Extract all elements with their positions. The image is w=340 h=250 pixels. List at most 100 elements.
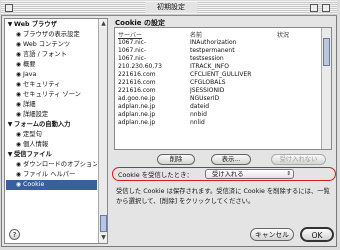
cell-name: testsession xyxy=(190,55,224,62)
sidebar-item[interactable]: ▼ フォームの自動入力 xyxy=(6,120,97,130)
collapse-box[interactable] xyxy=(322,4,330,12)
sidebar-item[interactable]: ◉ セキュリティ xyxy=(6,80,97,90)
close-box[interactable] xyxy=(5,4,13,12)
sidebar-item-label: セキュリティ xyxy=(23,81,61,88)
table-row[interactable]: 1067.nic-testpermanent xyxy=(115,47,321,55)
table-row[interactable]: adplan.ne.jp nnbid xyxy=(115,111,321,119)
column-header-server[interactable]: サーバー xyxy=(118,30,142,39)
sidebar-item-label: 個人情報 xyxy=(23,141,49,148)
bullet-icon: ◉ xyxy=(15,41,22,48)
table-row[interactable]: 1067.nic- INAuthorization xyxy=(115,39,321,47)
sidebar-item[interactable]: ◉ ダウンロードのオプション xyxy=(6,160,97,170)
scroll-up-arrow[interactable]: ▲ xyxy=(99,19,107,28)
bullet-icon: ◉ xyxy=(15,61,22,68)
sidebar-list: ▼ Web ブラウザ ◉ ブラウザの表示設定 ◉ Web コンテンツ ◉ 言語 / フォント ◉… xyxy=(6,20,97,190)
sidebar-item[interactable]: ◉ 概要 xyxy=(6,60,97,70)
popup-arrows-icon: ⇕ xyxy=(286,171,291,177)
sidebar-item-label: ブラウザの表示設定 xyxy=(23,31,80,38)
table-scroll-thumb[interactable] xyxy=(323,38,330,66)
accept-popup-menu[interactable]: 受け入れる ⇕ xyxy=(205,169,294,179)
cell-server: 221616.com xyxy=(118,71,156,78)
table-scrollbar[interactable] xyxy=(321,28,331,149)
sidebar-item-label: 定型句 xyxy=(23,131,42,138)
bullet-icon: ◉ xyxy=(15,81,22,88)
sidebar-scrollbar[interactable]: ▲ ▼ xyxy=(98,19,107,243)
sidebar-item-label: 概要 xyxy=(23,61,36,68)
sidebar-item[interactable]: ◉ 定型句 xyxy=(6,130,97,140)
sidebar-item[interactable]: ◉ ファイル ヘルパー xyxy=(6,170,97,180)
cell-name: nnbid xyxy=(190,111,207,118)
bullet-icon: ◉ xyxy=(15,91,22,98)
cell-name: nnlid xyxy=(190,119,205,126)
table-row[interactable]: 1067.nic-testsession xyxy=(115,55,321,63)
cancel-button[interactable]: キャンセル xyxy=(250,228,294,241)
table-row[interactable]: 221616.com CFGLOBALS xyxy=(115,79,321,87)
sidebar-item-label: Web コンテンツ xyxy=(23,41,71,48)
bullet-icon: ◉ xyxy=(15,111,22,118)
sidebar-item-label: 言語 / フォント xyxy=(23,51,67,58)
sidebar-item-label: 受信ファイル xyxy=(14,151,52,158)
column-header-status[interactable]: 状況 xyxy=(277,30,289,39)
never-accept-button[interactable]: 受け入れない xyxy=(271,154,326,165)
scroll-down-arrow[interactable]: ▼ xyxy=(99,233,107,242)
sidebar-item[interactable]: ◉ 詳細設定 xyxy=(6,110,97,120)
cell-server: 210.230.60.73 xyxy=(118,63,162,70)
sidebar-item[interactable]: ▼ Web ブラウザ xyxy=(6,20,97,30)
table-row[interactable]: 221616.com JSESSIONID xyxy=(115,87,321,95)
sidebar-item-label: フォームの自動入力 xyxy=(14,121,71,128)
sidebar-item-label: ファイル ヘルパー xyxy=(23,171,76,178)
cookie-table[interactable]: サーバー 名前 状況 1067.nic- INAuthorization 1067.… xyxy=(114,27,332,150)
cell-server: adplan.ne.jp xyxy=(118,103,156,110)
bullet-icon: ◉ xyxy=(15,181,22,188)
sidebar-item-label: セキュリティ ゾーン xyxy=(23,91,81,98)
table-row[interactable]: 210.230.60.73 ITRACK_INFO xyxy=(115,63,321,71)
ok-button[interactable]: OK xyxy=(300,227,334,242)
help-button[interactable]: ? xyxy=(9,229,20,240)
bullet-icon: ◉ xyxy=(15,171,22,178)
cell-server: 1067.nic- xyxy=(118,39,147,46)
cookie-rows: 1067.nic- INAuthorization 1067.nic-testper… xyxy=(115,39,321,127)
column-header-name[interactable]: 名前 xyxy=(190,30,202,39)
delete-button[interactable]: 削除 xyxy=(157,154,195,165)
cell-server: 1067.nic- xyxy=(118,55,147,62)
sidebar-item[interactable]: ◉ セキュリティ ゾーン xyxy=(6,90,97,100)
sidebar-item[interactable]: ◉ ブラウザの表示設定 xyxy=(6,30,97,40)
sidebar-item[interactable]: ◉ Java xyxy=(6,70,97,80)
bullet-icon: ◉ xyxy=(15,101,22,108)
cell-server: 221616.com xyxy=(118,87,156,94)
cell-name: NGUserID xyxy=(190,95,220,102)
sidebar-item-label: Cookie xyxy=(23,181,45,188)
cell-name: ITRACK_INFO xyxy=(190,63,229,70)
cell-name: testpermanent xyxy=(190,47,235,54)
accept-label: Cookie を受信したとき： xyxy=(118,171,193,179)
sidebar-item[interactable]: ◉ 個人情報 xyxy=(6,140,97,150)
sidebar-item[interactable]: ◉ Web コンテンツ xyxy=(6,40,97,50)
sidebar-scroll-thumb[interactable] xyxy=(100,215,107,232)
table-row[interactable]: adplan.ne.jp dateid xyxy=(115,103,321,111)
bullet-icon: ◉ xyxy=(15,141,22,148)
table-row[interactable]: adplan.ne.jp nnlid xyxy=(115,119,321,127)
table-row[interactable]: ad.goo.ne.jp NGUserID xyxy=(115,95,321,103)
bullet-icon: ◉ xyxy=(15,31,22,38)
sidebar-item[interactable]: ◉ Cookie xyxy=(6,180,97,190)
disclosure-triangle-icon[interactable]: ▼ xyxy=(6,150,14,160)
sidebar-item[interactable]: ▼ 受信ファイル xyxy=(6,150,97,160)
cell-name: JSESSIONID xyxy=(190,87,225,94)
disclosure-triangle-icon[interactable]: ▼ xyxy=(6,120,14,130)
sidebar-item-label: 詳細 xyxy=(23,101,36,108)
window-title: 初期設定 xyxy=(145,2,197,13)
accept-popup-value: 受け入れる xyxy=(212,171,244,178)
sidebar-item-label: 詳細設定 xyxy=(23,111,49,118)
sidebar: ▼ Web ブラウザ ◉ ブラウザの表示設定 ◉ Web コンテンツ ◉ 言語 / フォント ◉… xyxy=(4,18,108,244)
table-row[interactable]: 221616.com CFCLIENT_GULLIVER xyxy=(115,71,321,79)
cell-name: CFGLOBALS xyxy=(190,79,226,86)
sidebar-item[interactable]: ◉ 言語 / フォント xyxy=(6,50,97,60)
bullet-icon: ◉ xyxy=(15,71,22,78)
bullet-icon: ◉ xyxy=(15,51,22,58)
disclosure-triangle-icon[interactable]: ▼ xyxy=(6,20,14,30)
view-button[interactable]: 表示... xyxy=(211,154,251,165)
zoom-box[interactable] xyxy=(310,4,318,12)
sidebar-item-label: ダウンロードのオプション xyxy=(23,161,97,168)
bullet-icon: ◉ xyxy=(15,161,22,168)
sidebar-item[interactable]: ◉ 詳細 xyxy=(6,100,97,110)
